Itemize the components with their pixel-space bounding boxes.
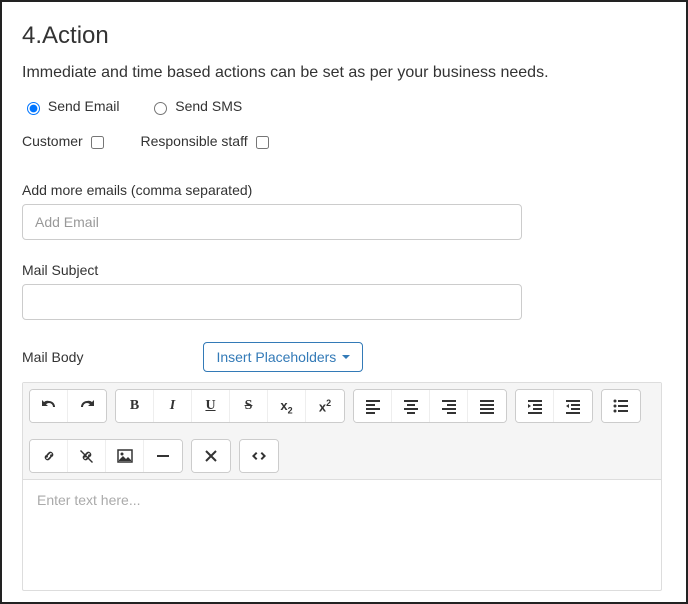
superscript-button[interactable]: x2 <box>306 390 344 422</box>
link-button[interactable] <box>30 440 68 472</box>
superscript-icon: x2 <box>319 398 331 414</box>
code-view-button[interactable] <box>240 440 278 472</box>
align-center-icon <box>403 398 419 414</box>
align-right-icon <box>441 398 457 414</box>
clear-format-button[interactable] <box>192 440 230 472</box>
list-ul-button[interactable] <box>602 390 640 422</box>
align-right-button[interactable] <box>430 390 468 422</box>
insert-placeholders-label: Insert Placeholders <box>216 349 336 365</box>
bold-icon: B <box>130 398 139 414</box>
staff-label: Responsible staff <box>140 134 247 150</box>
align-justify-icon <box>479 398 495 414</box>
code-icon <box>251 448 267 464</box>
minus-icon <box>155 448 171 464</box>
align-center-button[interactable] <box>392 390 430 422</box>
underline-icon: U <box>205 398 215 414</box>
image-icon <box>117 448 133 464</box>
send-email-label: Send Email <box>48 98 120 114</box>
hr-button[interactable] <box>144 440 182 472</box>
redo-icon <box>79 398 95 414</box>
align-group <box>353 389 507 423</box>
action-section: 4.Action Immediate and time based action… <box>0 0 688 604</box>
send-email-radio[interactable]: Send Email <box>22 98 119 115</box>
indent-group <box>515 389 593 423</box>
image-button[interactable] <box>106 440 144 472</box>
italic-button[interactable]: I <box>154 390 192 422</box>
extra-emails-input[interactable] <box>22 204 522 240</box>
align-justify-button[interactable] <box>468 390 506 422</box>
underline-button[interactable]: U <box>192 390 230 422</box>
italic-icon: I <box>170 398 175 414</box>
align-left-button[interactable] <box>354 390 392 422</box>
bold-button[interactable]: B <box>116 390 154 422</box>
outdent-icon <box>565 398 581 414</box>
outdent-button[interactable] <box>554 390 592 422</box>
extra-emails-label: Add more emails (comma separated) <box>22 182 666 198</box>
unlink-button[interactable] <box>68 440 106 472</box>
strike-icon: S <box>245 398 253 414</box>
close-icon <box>203 448 219 464</box>
mail-body-label: Mail Body <box>22 349 83 365</box>
staff-checkbox-group: Responsible staff <box>140 133 271 152</box>
code-group <box>239 439 279 473</box>
mail-body-textarea[interactable]: Enter text here... <box>23 480 661 590</box>
chevron-down-icon <box>342 355 350 359</box>
send-sms-label: Send SMS <box>175 98 242 114</box>
undo-redo-group <box>29 389 107 423</box>
list-group <box>601 389 641 423</box>
action-type-row: Send Email Send SMS <box>22 98 666 115</box>
undo-button[interactable] <box>30 390 68 422</box>
mail-subject-input[interactable] <box>22 284 522 320</box>
send-sms-radio-input[interactable] <box>154 102 167 115</box>
send-sms-radio[interactable]: Send SMS <box>149 98 242 115</box>
mail-body-header: Mail Body Insert Placeholders <box>22 342 666 372</box>
extra-emails-field: Add more emails (comma separated) <box>22 182 666 240</box>
customer-label: Customer <box>22 134 83 150</box>
customer-checkbox[interactable] <box>91 136 104 149</box>
editor-toolbar: B I U S x2 x2 <box>23 383 661 480</box>
mail-body-editor: B I U S x2 x2 <box>22 382 662 591</box>
recipients-row: Customer Responsible staff <box>22 133 666 152</box>
redo-button[interactable] <box>68 390 106 422</box>
insert-placeholders-button[interactable]: Insert Placeholders <box>203 342 363 372</box>
mail-subject-field: Mail Subject <box>22 262 666 320</box>
mail-subject-label: Mail Subject <box>22 262 666 278</box>
link-icon <box>41 448 57 464</box>
subscript-icon: x2 <box>280 398 292 416</box>
link-group <box>29 439 183 473</box>
send-email-radio-input[interactable] <box>27 102 40 115</box>
staff-checkbox[interactable] <box>256 136 269 149</box>
subscript-button[interactable]: x2 <box>268 390 306 422</box>
section-subtitle: Immediate and time based actions can be … <box>22 64 666 82</box>
text-style-group: B I U S x2 x2 <box>115 389 345 423</box>
indent-icon <box>527 398 543 414</box>
strike-button[interactable]: S <box>230 390 268 422</box>
list-ul-icon <box>613 398 629 414</box>
customer-checkbox-group: Customer <box>22 133 107 152</box>
align-left-icon <box>365 398 381 414</box>
indent-button[interactable] <box>516 390 554 422</box>
section-title: 4.Action <box>22 22 666 50</box>
undo-icon <box>41 398 57 414</box>
clear-group <box>191 439 231 473</box>
unlink-icon <box>79 448 95 464</box>
